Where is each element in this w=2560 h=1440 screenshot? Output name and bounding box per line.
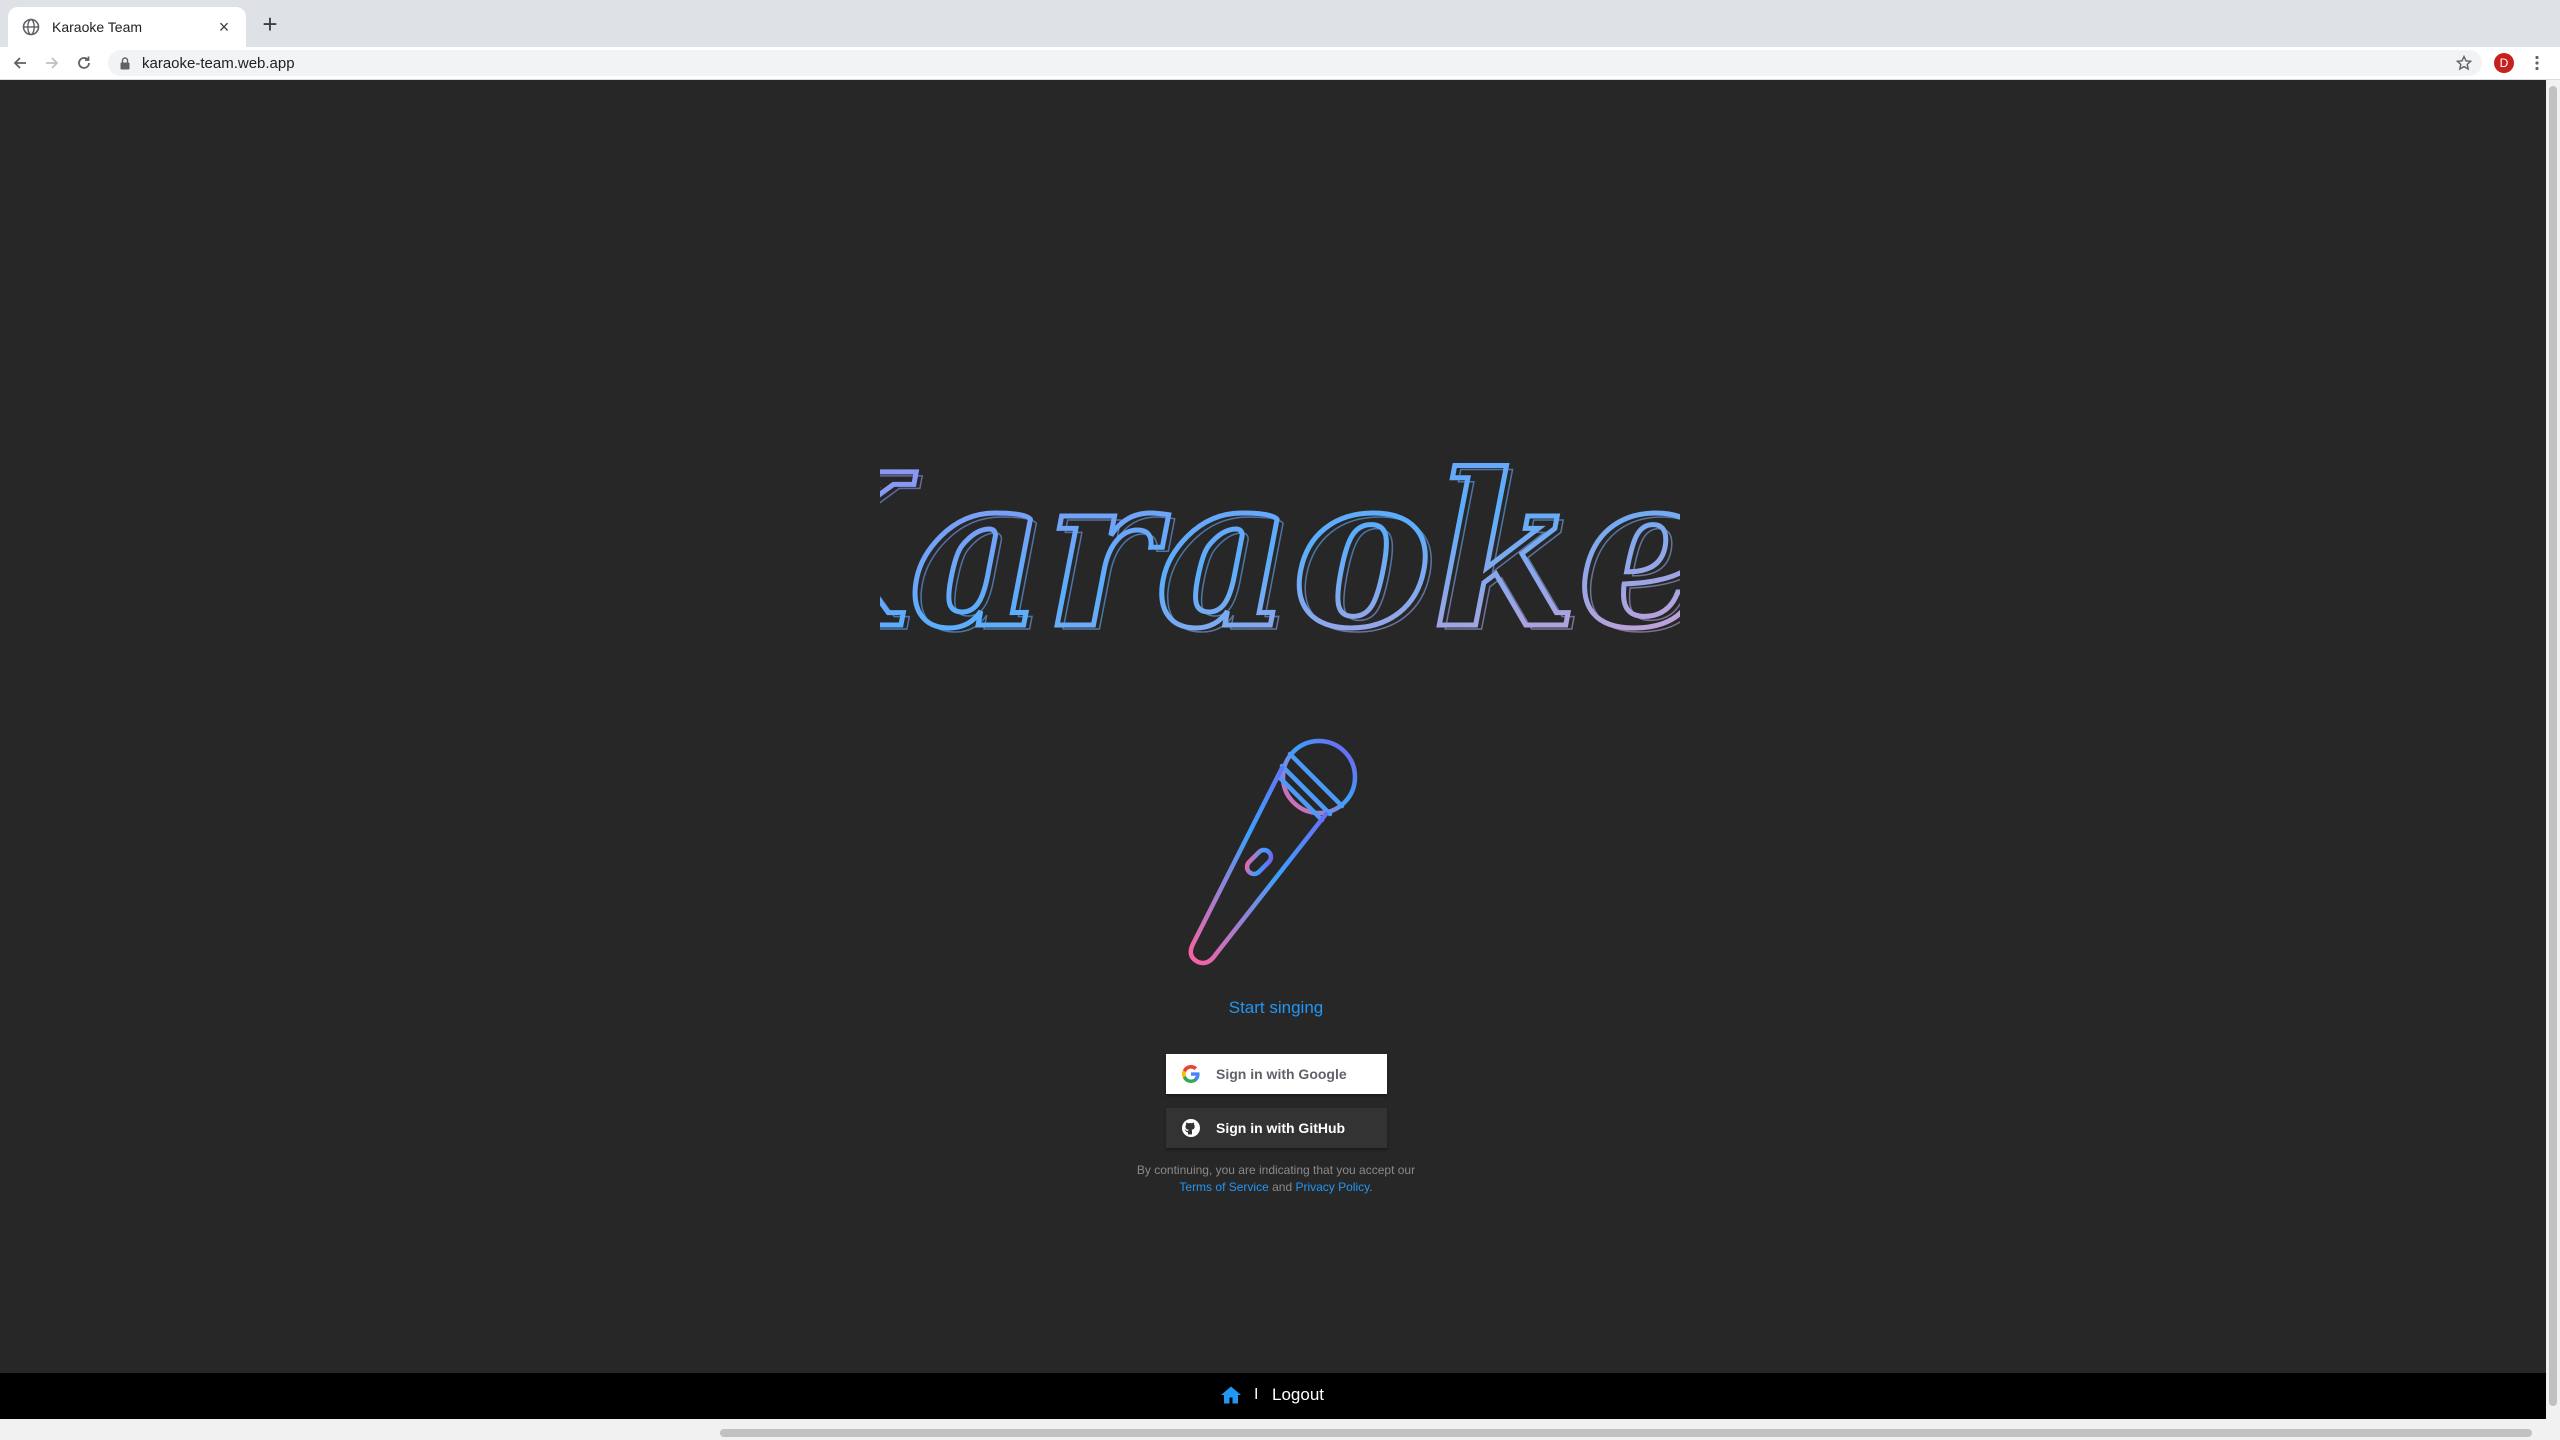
arrow-right-icon bbox=[46, 57, 59, 69]
tos-prefix: By continuing, you are indicating that y… bbox=[1136, 1163, 1416, 1177]
kebab-menu-icon bbox=[2535, 55, 2539, 71]
tos-and: and bbox=[1272, 1180, 1293, 1194]
address-bar[interactable]: karaoke-team.web.app bbox=[108, 50, 2482, 76]
tab-title: Karaoke Team bbox=[52, 19, 143, 35]
close-icon[interactable]: × bbox=[214, 17, 234, 37]
page-content: Karaokey Karaokey Start singing Si bbox=[0, 80, 2546, 1373]
horizontal-scroll-thumb[interactable] bbox=[720, 1429, 2532, 1437]
bookmark-star-button[interactable] bbox=[2452, 51, 2476, 75]
home-icon[interactable] bbox=[1220, 1385, 1242, 1405]
google-button-label: Sign in with Google bbox=[1216, 1066, 1347, 1082]
lock-icon bbox=[120, 56, 132, 70]
browser-tab[interactable]: Karaoke Team × bbox=[8, 7, 246, 47]
browser-tab-bar: Karaoke Team × + bbox=[0, 0, 2560, 47]
logout-link[interactable]: Logout bbox=[1272, 1385, 1324, 1405]
browser-toolbar: karaoke-team.web.app D bbox=[0, 47, 2560, 80]
start-singing-link[interactable]: Start singing bbox=[1176, 998, 1376, 1018]
privacy-policy-link[interactable]: Privacy Policy bbox=[1295, 1180, 1369, 1194]
karaokey-logo: Karaokey Karaokey bbox=[880, 426, 1680, 680]
vertical-scroll-thumb[interactable] bbox=[2549, 86, 2557, 1406]
url-text: karaoke-team.web.app bbox=[142, 54, 295, 72]
star-icon bbox=[2456, 55, 2472, 71]
footer-separator: I bbox=[1254, 1386, 1259, 1403]
reload-button[interactable] bbox=[72, 51, 96, 75]
profile-avatar[interactable]: D bbox=[2494, 53, 2514, 73]
github-icon bbox=[1182, 1119, 1200, 1137]
globe-icon bbox=[22, 18, 40, 36]
terms-of-service-link[interactable]: Terms of Service bbox=[1179, 1180, 1268, 1194]
google-g-icon bbox=[1182, 1065, 1200, 1083]
browser-menu-button[interactable] bbox=[2527, 51, 2547, 75]
tos-suffix: . bbox=[1369, 1180, 1373, 1194]
microphone-icon bbox=[1188, 738, 1358, 966]
back-button[interactable] bbox=[8, 51, 32, 75]
vertical-scrollbar[interactable] bbox=[2546, 80, 2560, 1419]
logo-text-shadow: Karaokey bbox=[880, 432, 1680, 679]
forward-button[interactable] bbox=[40, 51, 64, 75]
arrow-left-icon bbox=[13, 57, 26, 69]
github-button-label: Sign in with GitHub bbox=[1216, 1120, 1346, 1136]
sign-in-google-button[interactable]: Sign in with Google bbox=[1166, 1054, 1387, 1094]
horizontal-scrollbar[interactable] bbox=[0, 1419, 2560, 1440]
new-tab-button[interactable]: + bbox=[258, 10, 282, 38]
terms-notice: By continuing, you are indicating that y… bbox=[1076, 1162, 1476, 1196]
footer-nav: I Logout bbox=[0, 1373, 2546, 1419]
reload-icon bbox=[78, 56, 90, 69]
sign-in-github-button[interactable]: Sign in with GitHub bbox=[1166, 1108, 1387, 1148]
